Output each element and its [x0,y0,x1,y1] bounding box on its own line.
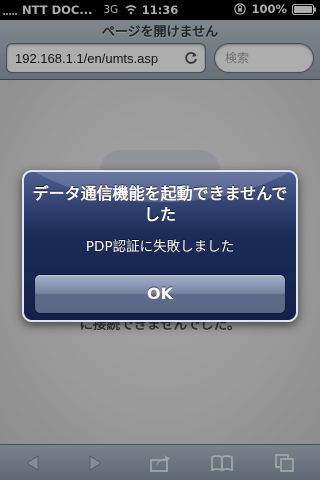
alert-dialog: データ通信機能を起動できませんでした PDP認証に失敗しました OK [22,170,298,322]
alert-message: PDP認証に失敗しました [85,239,235,255]
alert-title: データ通信機能を起動できませんでした [32,184,288,224]
ok-button[interactable]: OK [34,274,286,314]
